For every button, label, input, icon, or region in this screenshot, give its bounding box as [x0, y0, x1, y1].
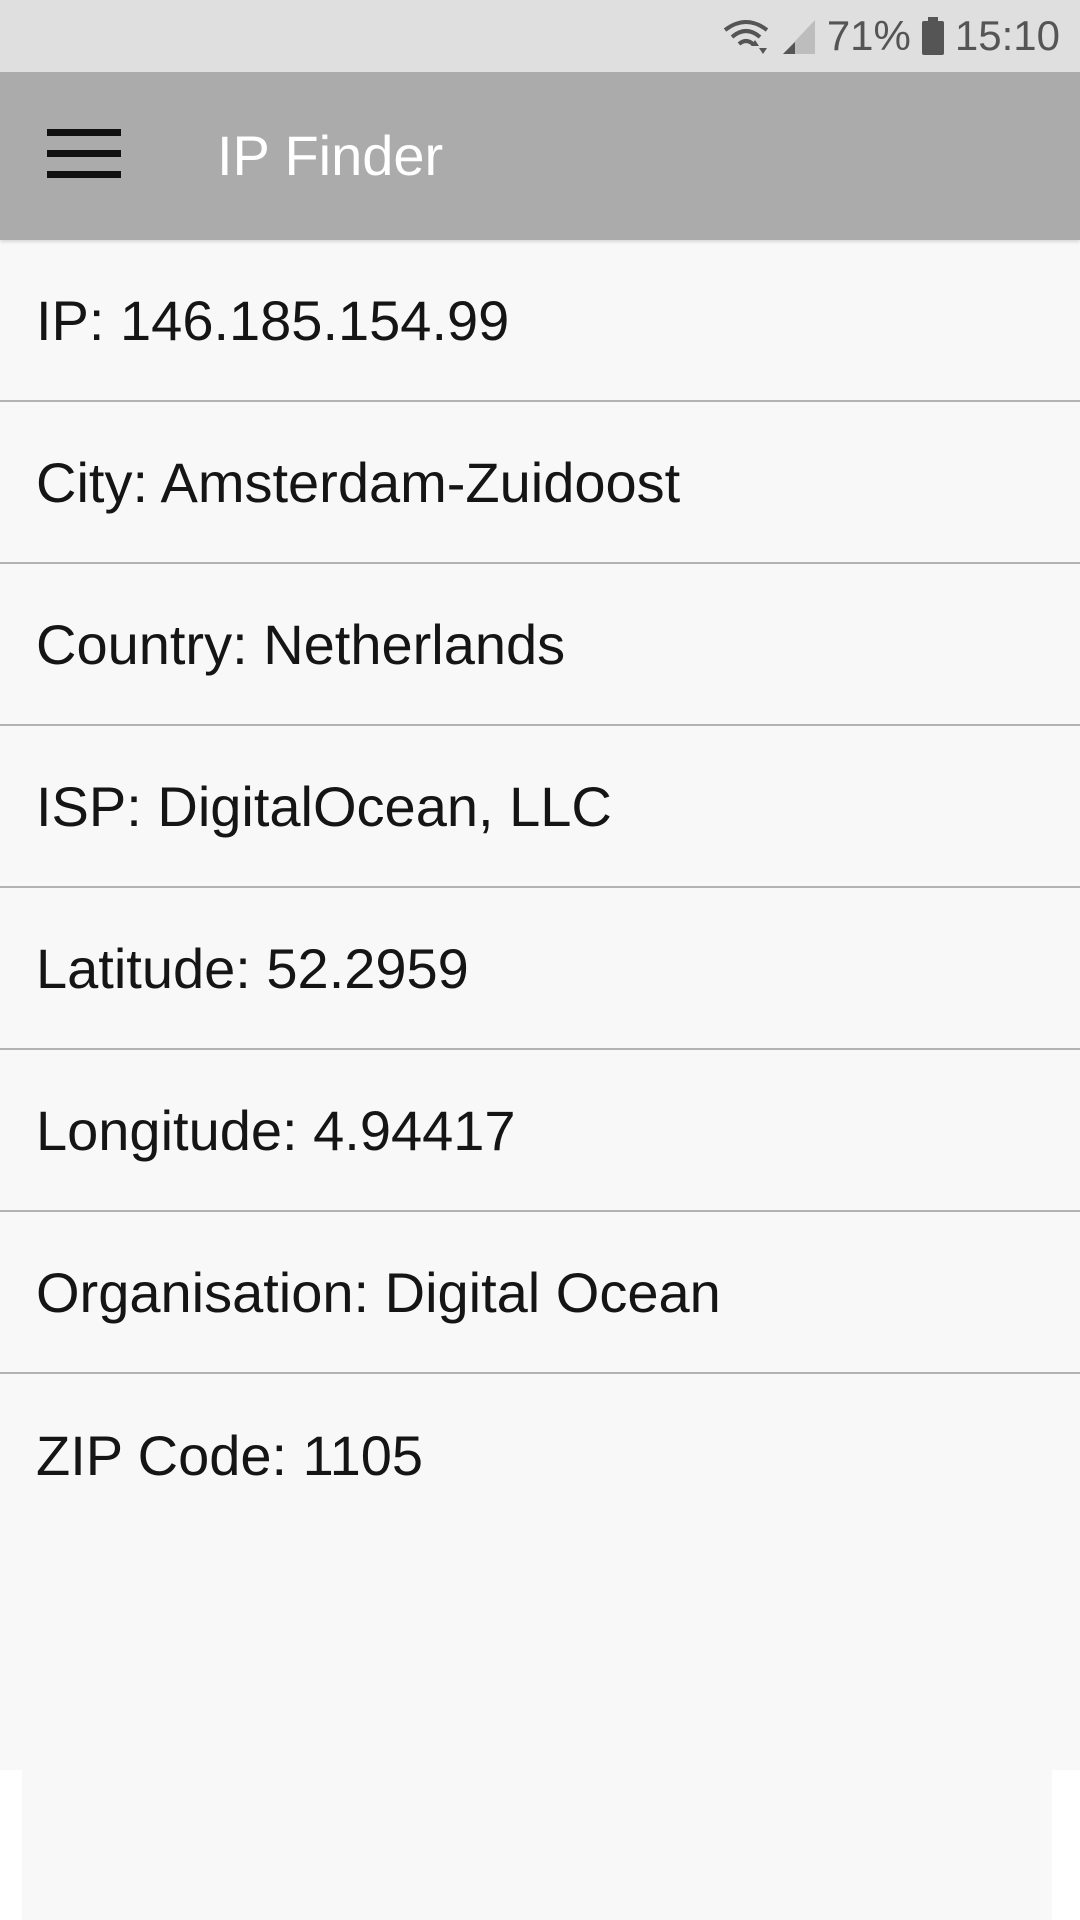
info-list: IP: 146.185.154.99 City: Amsterdam-Zuido… [0, 240, 1080, 1536]
info-row-city: City: Amsterdam-Zuidoost [0, 402, 1080, 564]
status-icons: 71% 15:10 [721, 0, 1060, 72]
signal-icon [781, 16, 817, 56]
battery-percent: 71% [826, 12, 911, 59]
info-row-country: Country: Netherlands [0, 564, 1080, 726]
menu-button[interactable] [24, 108, 144, 204]
hamburger-menu-icon [47, 128, 121, 184]
bottom-left-edge [0, 1770, 22, 1920]
app-bar: IP Finder [0, 72, 1080, 240]
info-row-latitude: Latitude: 52.2959 [0, 888, 1080, 1050]
clock: 15:10 [954, 12, 1060, 59]
bottom-right-edge [1052, 1770, 1080, 1920]
info-row-zip-code: ZIP Code: 1105 [36, 1423, 424, 1487]
info-row-organisation: Organisation: Digital Ocean [0, 1212, 1080, 1374]
info-row-ip: IP: 146.185.154.99 [0, 240, 1080, 402]
info-row-longitude: Longitude: 4.94417 [0, 1050, 1080, 1212]
wifi-icon [721, 16, 771, 56]
info-row-isp: ISP: DigitalOcean, LLC [0, 726, 1080, 888]
status-bar: 71% 15:10 [0, 0, 1080, 72]
battery-icon [921, 16, 945, 56]
app-title: IP Finder [217, 124, 444, 187]
